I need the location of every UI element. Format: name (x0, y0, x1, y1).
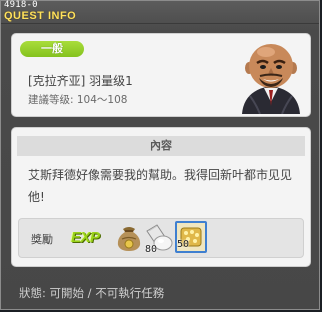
quest-info-window: 4918-0 QUEST INFO 一般 [克拉齐亚] 羽量级1 建議等级: 1… (0, 0, 320, 310)
quest-status: 狀態: 可開始 / 不可執行任務 (19, 286, 165, 300)
item-count: 80 (145, 244, 158, 255)
selected-reward-slot[interactable]: 50 (175, 221, 207, 253)
quest-id: 4918-0 (4, 0, 38, 10)
window-title[interactable]: QUEST INFO (4, 10, 76, 22)
quest-name: [克拉齐亚] 羽量级1 (28, 74, 133, 88)
content-header: 內容 (17, 136, 305, 156)
quest-content-card: 內容 艾斯拜德好像需要我的幫助。我得回新叶都市见见他! 獎勵 EXP 80 50 (11, 127, 311, 267)
content-text: 艾斯拜德好像需要我的幫助。我得回新叶都市见见他! (28, 168, 293, 204)
item-count: 50 (177, 239, 190, 250)
title-divider (1, 23, 319, 24)
meso-bag-icon[interactable] (113, 221, 145, 253)
category-badge: 一般 (20, 41, 84, 57)
reward-label: 獎勵 (31, 233, 53, 246)
npc-portrait-icon (242, 44, 300, 114)
exp-icon: EXP (71, 229, 100, 246)
quest-info-card: 一般 [克拉齐亚] 羽量级1 建議等级: 104～108 (11, 33, 311, 117)
reward-box: 獎勵 EXP 80 50 (18, 218, 304, 258)
required-level: 建議等级: 104～108 (28, 94, 128, 106)
